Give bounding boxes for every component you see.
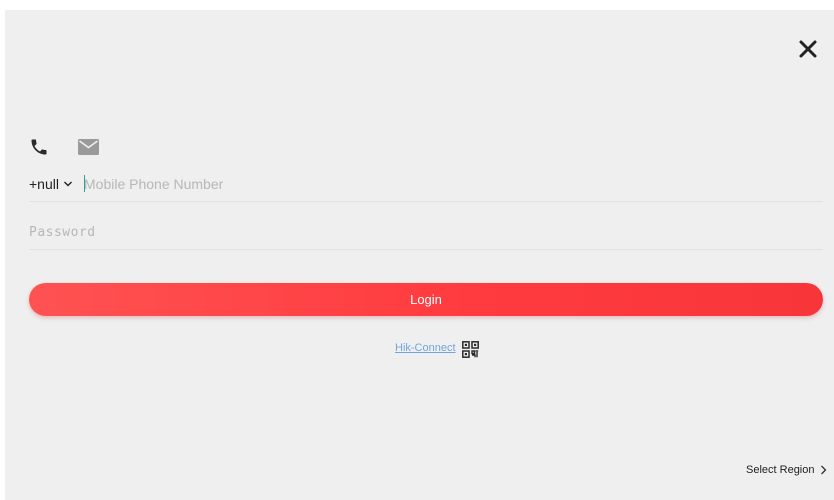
- chevron-down-icon: [63, 181, 72, 187]
- login-screen: +null Login Hik-Connect Select Region: [5, 10, 834, 500]
- password-divider: [29, 249, 823, 250]
- login-button[interactable]: Login: [29, 283, 823, 316]
- phone-login-tab[interactable]: [29, 137, 51, 157]
- qr-scan-button[interactable]: [462, 341, 479, 358]
- chevron-right-icon: [820, 465, 826, 475]
- country-code-selector[interactable]: +null: [29, 174, 73, 194]
- phone-divider: [29, 201, 823, 202]
- phone-number-input[interactable]: [84, 172, 819, 196]
- phone-icon: [31, 139, 47, 155]
- login-button-label: Login: [410, 292, 442, 307]
- select-region-label: Select Region: [746, 464, 815, 476]
- select-region-link[interactable]: Select Region: [746, 463, 827, 477]
- close-icon: [799, 40, 817, 58]
- close-button[interactable]: [797, 38, 819, 60]
- hik-connect-link[interactable]: Hik-Connect: [395, 342, 456, 354]
- country-code-value: +null: [29, 176, 59, 192]
- email-login-tab[interactable]: [78, 139, 100, 159]
- text-cursor: [84, 175, 85, 192]
- qr-code-icon: [462, 341, 479, 358]
- password-input[interactable]: [29, 220, 819, 244]
- envelope-icon: [78, 139, 99, 155]
